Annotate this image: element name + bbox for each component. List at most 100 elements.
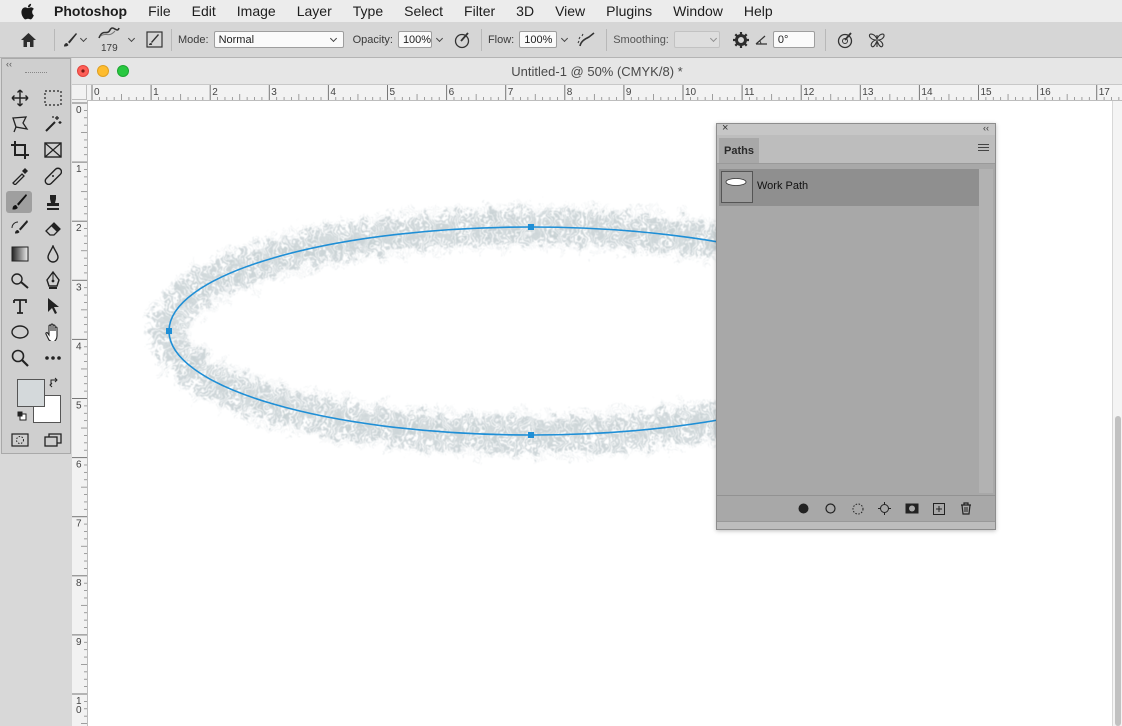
panel-menu-icon[interactable] — [978, 144, 989, 153]
brush-preset-picker[interactable]: 179 — [93, 24, 127, 56]
fill-path-icon[interactable] — [790, 503, 817, 514]
chevron-down-icon[interactable] — [435, 31, 445, 48]
chevron-down-icon[interactable] — [79, 31, 89, 48]
ruler-label: 6 — [76, 460, 82, 471]
smoothing-input[interactable] — [673, 31, 720, 48]
gear-icon[interactable] — [728, 31, 754, 48]
collapse-panel-icon[interactable]: ‹‹ — [983, 123, 989, 133]
crop-icon[interactable] — [7, 139, 33, 161]
menu-layer[interactable]: Layer — [297, 3, 332, 19]
path-thumbnail — [721, 171, 753, 203]
anchor-point[interactable] — [166, 328, 172, 334]
blur-drop-icon[interactable] — [40, 243, 66, 265]
path-selection-icon[interactable] — [40, 295, 66, 317]
trash-icon[interactable] — [952, 502, 979, 515]
swap-colors-icon[interactable] — [49, 377, 60, 391]
scrollbar-thumb[interactable] — [1115, 416, 1121, 726]
stroke-path-icon[interactable] — [817, 503, 844, 514]
pressure-opacity-icon[interactable] — [449, 31, 475, 49]
eraser-icon[interactable] — [40, 217, 66, 239]
magic-wand-icon[interactable] — [40, 113, 66, 135]
chevron-down-icon[interactable] — [127, 31, 137, 48]
chevron-down-icon — [709, 31, 719, 48]
ruler-label: 4 — [76, 341, 82, 352]
menu-type[interactable]: Type — [353, 3, 383, 19]
ruler-label: 7 — [508, 87, 514, 98]
history-brush-icon[interactable] — [7, 217, 33, 239]
angle-input[interactable]: 0° — [772, 31, 815, 48]
brush-icon[interactable] — [61, 32, 79, 48]
add-mask-icon[interactable] — [898, 503, 925, 514]
new-path-icon[interactable] — [925, 502, 952, 515]
polygonal-lasso-icon[interactable] — [7, 113, 33, 135]
pen-tool-icon[interactable] — [40, 269, 66, 291]
clone-stamp-icon[interactable] — [40, 191, 66, 213]
mode-select[interactable]: Normal — [213, 31, 344, 48]
ruler-label: 8 — [76, 578, 82, 589]
vertical-ruler[interactable]: 012345678910 — [72, 100, 88, 726]
brush-settings-icon[interactable] — [143, 31, 165, 48]
ruler-label: 0 — [76, 105, 82, 116]
menu-file[interactable]: File — [148, 3, 171, 19]
flow-input[interactable]: 100% — [519, 31, 558, 48]
panel-scrollbar[interactable] — [979, 169, 993, 493]
mode-value: Normal — [218, 33, 255, 46]
menu-3d[interactable]: 3D — [516, 3, 534, 19]
horizontal-ruler[interactable]: 0 1 2 3 4 5 6 7 8 9 10 11 12 13 14 15 16 17 — [87, 85, 1122, 101]
screen-mode-icon[interactable] — [40, 429, 66, 451]
close-panel-icon[interactable]: × — [722, 122, 728, 134]
frame-tool-icon[interactable] — [40, 139, 66, 161]
chevron-down-icon[interactable] — [560, 31, 570, 48]
make-work-path-icon[interactable] — [871, 502, 898, 515]
vertical-scrollbar[interactable] — [1112, 101, 1122, 726]
airbrush-icon[interactable] — [574, 31, 600, 49]
ruler-label: 8 — [567, 87, 573, 98]
collapse-panel-icon[interactable]: ‹‹ — [2, 59, 70, 69]
ellipse-tool-icon[interactable] — [7, 321, 33, 343]
menu-image[interactable]: Image — [237, 3, 276, 19]
menu-edit[interactable]: Edit — [192, 3, 216, 19]
home-icon[interactable] — [18, 32, 38, 48]
type-tool-icon[interactable] — [7, 295, 33, 317]
ruler-label: 11 — [744, 87, 755, 98]
symmetry-butterfly-icon[interactable] — [864, 31, 890, 49]
healing-brush-icon[interactable] — [40, 165, 66, 187]
ruler-label: 5 — [390, 87, 396, 98]
foreground-color-swatch[interactable] — [17, 379, 45, 407]
anchor-point[interactable] — [528, 432, 534, 438]
menu-view[interactable]: View — [555, 3, 585, 19]
menu-help[interactable]: Help — [744, 3, 773, 19]
pressure-size-icon[interactable] — [832, 31, 858, 49]
panel-grip[interactable] — [25, 72, 47, 81]
menu-window[interactable]: Window — [673, 3, 723, 19]
eyedropper-icon[interactable] — [7, 165, 33, 187]
zoom-icon[interactable] — [7, 347, 33, 369]
more-tools-icon[interactable] — [40, 347, 66, 369]
opacity-label: Opacity: — [352, 33, 393, 46]
opacity-input[interactable]: 100% — [397, 31, 432, 48]
rectangular-marquee-icon[interactable] — [40, 87, 66, 109]
panel-resize-grip[interactable] — [717, 521, 995, 529]
menu-plugins[interactable]: Plugins — [606, 3, 652, 19]
move-tool-icon[interactable] — [7, 87, 33, 109]
tab-paths[interactable]: Paths — [719, 138, 759, 163]
anchor-point[interactable] — [528, 224, 534, 230]
dodge-icon[interactable] — [7, 269, 33, 291]
ruler-label: 0 — [94, 87, 100, 98]
load-selection-icon[interactable] — [844, 503, 871, 515]
ruler-origin[interactable] — [72, 85, 87, 100]
apple-icon[interactable] — [18, 3, 36, 20]
angle-icon — [754, 34, 770, 45]
menu-app-name[interactable]: Photoshop — [54, 3, 127, 19]
hand-tool-icon[interactable] — [40, 321, 66, 343]
separator — [171, 28, 172, 51]
default-colors-icon[interactable] — [17, 410, 27, 424]
ruler-label: 14 — [921, 87, 933, 98]
brush-size: 179 — [101, 42, 118, 54]
menu-select[interactable]: Select — [404, 3, 443, 19]
menu-filter[interactable]: Filter — [464, 3, 495, 19]
path-row[interactable]: Work Path — [719, 169, 979, 206]
brush-tool-icon[interactable] — [6, 191, 32, 213]
gradient-icon[interactable] — [7, 243, 33, 265]
quick-mask-icon[interactable] — [7, 429, 33, 451]
